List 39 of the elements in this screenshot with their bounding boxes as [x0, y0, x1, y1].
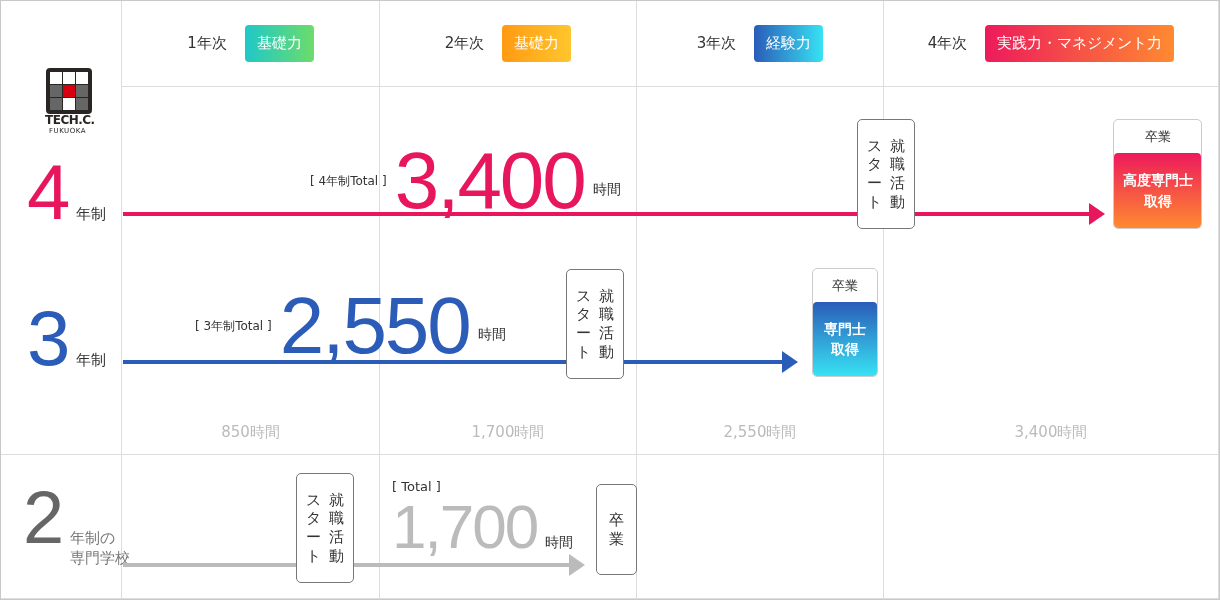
year-label: 2年次	[444, 34, 485, 53]
course-unit-label: 年制	[76, 351, 107, 371]
course-unit-label: 年制の 専門学校	[70, 529, 131, 568]
job-hunting-start-box: スタート 就職活動	[566, 269, 624, 379]
milestone-hours: 850時間	[221, 423, 280, 442]
logo-text: TECH.C.	[45, 113, 95, 127]
hours-unit: 時間	[592, 181, 621, 199]
total-hours-value: 3,400	[394, 141, 585, 221]
milestone-hours: 2,550時間	[723, 423, 797, 442]
year-label: 1年次	[187, 34, 227, 53]
course-years-number: 3	[27, 299, 71, 377]
hours-unit: 時間	[477, 326, 506, 344]
skill-tag: 基礎力	[244, 25, 314, 62]
skill-tag: 経験力	[754, 25, 824, 62]
logo-icon	[46, 68, 92, 114]
diploma-text: 取得	[831, 340, 859, 359]
job-hunting-start-box: スタート 就職活動	[857, 119, 915, 229]
total-hours-value: 1,700	[392, 496, 538, 558]
hours-unit: 時間	[545, 534, 574, 552]
total-label: [ 4年制Total ]	[310, 172, 387, 190]
skill-tag: 実践力・マネジメント力	[985, 25, 1175, 62]
total-label: [ Total ]	[392, 479, 441, 494]
graduation-box: 卒業	[596, 484, 637, 575]
graduation-label: 卒業	[1143, 127, 1172, 146]
job-hunting-start-box: スタート 就職活動	[296, 473, 354, 583]
course-years-number: 4	[27, 153, 71, 231]
milestone-hours: 1,700時間	[471, 423, 545, 442]
diploma-text: 専門士	[824, 319, 866, 339]
total-label: [ 3年制Total ]	[195, 317, 272, 335]
year-label: 3年次	[696, 34, 737, 53]
graduation-label: 卒業	[831, 276, 859, 295]
course-unit-label: 年制	[76, 205, 107, 225]
diploma-text: 高度専門士	[1122, 171, 1193, 191]
course-years-number: 2	[23, 481, 65, 555]
milestone-hours: 3,400時間	[1014, 423, 1088, 442]
total-hours-value: 2,550	[279, 286, 470, 366]
diploma-text: 取得	[1143, 191, 1172, 211]
year-label: 4年次	[927, 34, 968, 53]
skill-tag: 基礎力	[502, 25, 572, 62]
